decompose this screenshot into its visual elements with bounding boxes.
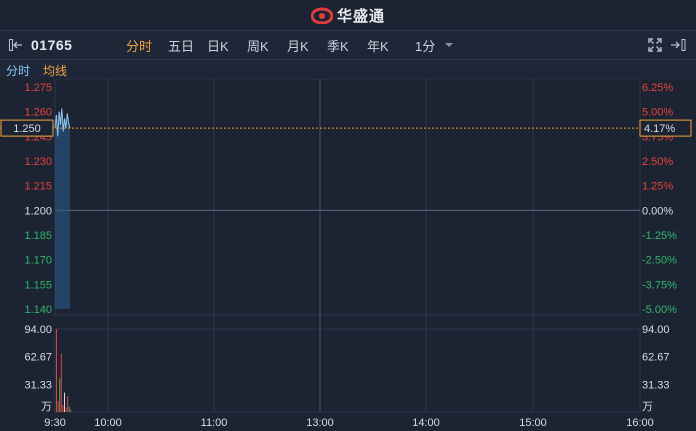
price-tick-label: 1.215 bbox=[24, 181, 52, 193]
crosshair-price-label: 1.250 bbox=[13, 123, 41, 135]
tab-quarterly-k[interactable]: 季K bbox=[327, 31, 349, 59]
chevron-down-icon bbox=[445, 43, 454, 47]
price-tick-label: 1.185 bbox=[24, 230, 52, 242]
volume-bar bbox=[70, 409, 72, 412]
pct-tick-label: 5.00% bbox=[642, 107, 673, 119]
time-tick-label: 15:00 bbox=[519, 417, 547, 429]
time-tick-label: 9:30 bbox=[44, 417, 65, 429]
collapse-right-icon[interactable] bbox=[670, 31, 686, 59]
volume-unit-label-right: 万 bbox=[642, 401, 653, 413]
volume-bar bbox=[62, 404, 64, 412]
tab-yearly-k[interactable]: 年K bbox=[367, 31, 389, 59]
pct-tick-label: 2.50% bbox=[642, 156, 673, 168]
collapse-left-icon[interactable] bbox=[9, 31, 23, 59]
price-area-fill bbox=[55, 108, 70, 309]
pct-tick-label: -5.00% bbox=[642, 304, 677, 316]
tab-five-day[interactable]: 五日 bbox=[168, 31, 194, 59]
pct-tick-label: 1.25% bbox=[642, 181, 673, 193]
volume-bar bbox=[56, 329, 57, 412]
intraday-chart[interactable]: 1.275 6.25%1.260 5.00%1.245 3.75%1.230 2.50%… bbox=[0, 79, 696, 431]
price-tick-label: 1.260 bbox=[24, 107, 52, 119]
volume-tick-label-right: 31.33 bbox=[642, 379, 670, 391]
legend-average: 均线 bbox=[43, 64, 68, 78]
time-tick-label: 14:00 bbox=[412, 417, 440, 429]
volume-panel-frame bbox=[54, 328, 641, 413]
stock-code: 01765 bbox=[31, 37, 73, 53]
volume-bar bbox=[65, 407, 67, 412]
volume-tick-label-right: 62.67 bbox=[642, 352, 670, 364]
brand-bar: 华盛通 bbox=[0, 0, 696, 31]
price-tick-label: 1.200 bbox=[24, 205, 52, 217]
volume-bar bbox=[64, 392, 65, 412]
volume-bar bbox=[60, 353, 62, 412]
pct-tick-label: 0.00% bbox=[642, 205, 673, 217]
brand-name: 华盛通 bbox=[336, 7, 385, 25]
brand-logo-icon bbox=[310, 7, 333, 24]
pct-tick-label: -3.75% bbox=[642, 279, 677, 291]
time-tick-label: 11:00 bbox=[201, 417, 228, 429]
legend-row: 分时 均线 bbox=[0, 60, 696, 79]
fullscreen-icon[interactable] bbox=[648, 31, 662, 59]
volume-bar bbox=[68, 406, 70, 412]
volume-tick-label-right: 94.00 bbox=[642, 324, 670, 336]
volume-bar bbox=[59, 378, 61, 412]
pct-tick-label: 6.25% bbox=[642, 82, 673, 94]
price-tick-label: 1.140 bbox=[24, 304, 52, 316]
pct-tick-label: -1.25% bbox=[642, 230, 677, 242]
price-tick-label: 1.155 bbox=[24, 279, 52, 291]
crosshair-pct-label: 4.17% bbox=[644, 123, 675, 135]
time-tick-label: 16:00 bbox=[626, 417, 654, 429]
time-tick-label: 13:00 bbox=[306, 417, 334, 429]
interval-value: 1分 bbox=[415, 38, 436, 54]
price-tick-label: 1.230 bbox=[24, 156, 52, 168]
tab-weekly-k[interactable]: 周K bbox=[247, 31, 269, 59]
price-panel-frame bbox=[54, 79, 641, 316]
volume-tick-label: 62.67 bbox=[24, 352, 52, 364]
volume-tick-label: 31.33 bbox=[24, 379, 52, 391]
interval-select[interactable]: 1分 bbox=[415, 31, 454, 59]
legend-intraday: 分时 bbox=[6, 64, 31, 78]
chart-toolbar: 01765 分时 五日 日K 周K 月K 季K 年K 1分 bbox=[0, 31, 696, 60]
price-tick-label: 1.275 bbox=[24, 82, 52, 94]
tab-monthly-k[interactable]: 月K bbox=[287, 31, 309, 59]
tab-daily-k[interactable]: 日K bbox=[207, 31, 229, 59]
volume-tick-label: 94.00 bbox=[24, 324, 52, 336]
time-tick-label: 10:00 bbox=[94, 417, 122, 429]
volume-bar bbox=[67, 396, 69, 412]
pct-tick-label: -2.50% bbox=[642, 255, 677, 267]
volume-bar bbox=[57, 401, 59, 412]
price-tick-label: 1.170 bbox=[24, 255, 52, 267]
tab-intraday[interactable]: 分时 bbox=[126, 31, 152, 59]
volume-unit-label: 万 bbox=[41, 401, 52, 413]
